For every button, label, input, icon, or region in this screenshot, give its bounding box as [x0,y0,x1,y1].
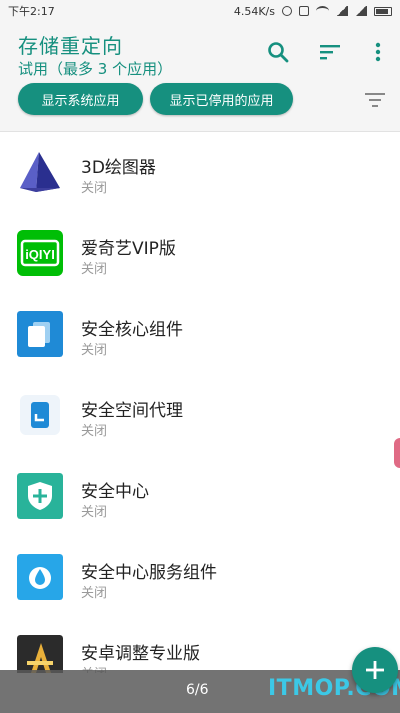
secure-space-proxy-icon [20,395,60,435]
plus-icon [366,661,384,679]
search-button[interactable] [264,38,292,66]
sort-icon [320,45,340,60]
page-indicator: 6/6 [186,682,209,698]
app-name: 安全中心 [81,482,149,502]
droplet-icon [17,554,63,600]
filter-icon[interactable] [363,90,387,110]
status-right-group: 4.54K/s [234,5,392,18]
list-item[interactable]: 安全核心组件 关闭 [0,295,400,376]
list-item[interactable]: iQIYI 爱奇艺VIP版 关闭 [0,214,400,295]
app-status: 关闭 [81,343,108,358]
alarm-icon [282,6,292,16]
app-name: 3D绘图器 [81,158,156,178]
app-status: 关闭 [81,505,108,520]
list-item[interactable]: 安全中心 关闭 [0,457,400,538]
filter-chip-row: 显示系统应用 显示已停用的应用 [0,80,400,132]
mute-icon [299,6,309,16]
status-bar: 下午2:17 4.54K/s [0,0,400,22]
list-item[interactable]: 3D绘图器 关闭 [0,133,400,214]
svg-text:iQIYI: iQIYI [25,247,55,262]
add-button[interactable] [352,647,398,693]
app-name: 安全中心服务组件 [81,563,217,583]
search-icon [268,42,289,63]
shield-icon [17,473,63,519]
iqiyi-icon: iQIYI [17,230,63,276]
more-vert-icon [375,42,381,62]
app-name: 安卓调整专业版 [81,644,200,664]
signal-icon [336,6,348,16]
security-core-icon [17,311,63,357]
app-status: 关闭 [81,586,108,601]
app-name: 爱奇艺VIP版 [81,239,176,259]
list-item[interactable]: 安全中心服务组件 关闭 [0,538,400,619]
app-list: 3D绘图器 关闭 iQIYI 爱奇艺VIP版 关闭 安全核心组件 关闭 安全空间… [0,133,400,673]
edge-handle[interactable] [394,438,400,468]
page-title: 存储重定向 [18,34,123,58]
3d-pyramid-icon [20,152,60,192]
show-disabled-apps-chip[interactable]: 显示已停用的应用 [150,83,293,115]
sort-button[interactable] [316,38,344,66]
status-time: 下午2:17 [8,5,55,18]
app-root: 下午2:17 4.54K/s 存储重定向 试用（最多 3 个应用） 显示系统应用… [0,0,400,713]
app-name: 安全核心组件 [81,320,183,340]
app-status: 关闭 [81,262,108,277]
signal-icon-2 [355,6,367,16]
page-subtitle: 试用（最多 3 个应用） [18,60,173,78]
app-status: 关闭 [81,424,108,439]
app-header: 存储重定向 试用（最多 3 个应用） [0,22,400,88]
list-item[interactable]: 安全空间代理 关闭 [0,376,400,457]
android-tuner-icon [17,635,63,673]
app-name: 安全空间代理 [81,401,183,421]
wifi-icon [316,6,329,16]
network-speed: 4.54K/s [233,4,275,18]
list-item[interactable]: 安卓调整专业版 关闭 [0,619,400,673]
app-status: 关闭 [81,181,108,196]
show-system-apps-chip[interactable]: 显示系统应用 [18,83,143,115]
battery-icon [374,6,392,16]
more-options-button[interactable] [364,38,392,66]
